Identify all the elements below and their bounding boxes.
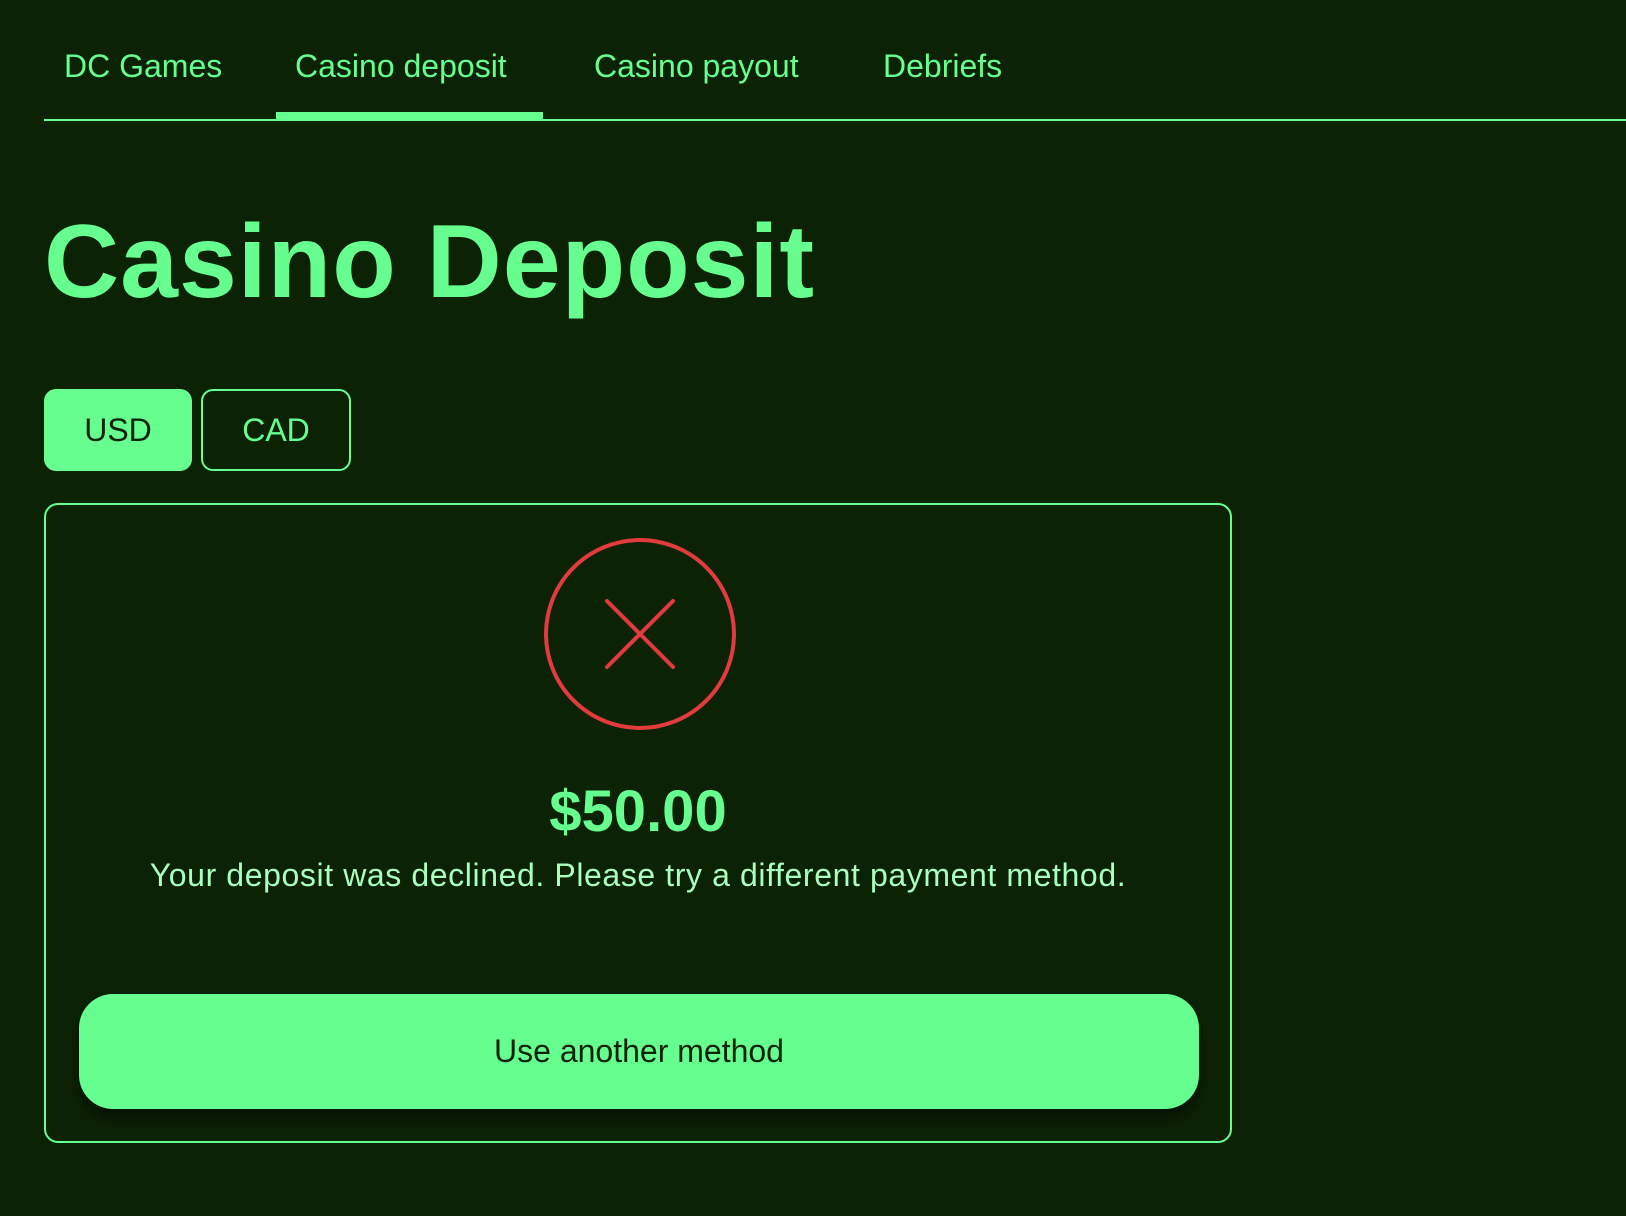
tab-debriefs[interactable]: Debriefs <box>883 48 1002 85</box>
deposit-result-card: $50.00 Your deposit was declined. Please… <box>44 503 1232 1143</box>
deposit-amount: $50.00 <box>549 779 727 844</box>
tab-dc-games[interactable]: DC Games <box>64 48 222 85</box>
active-tab-indicator <box>276 112 543 119</box>
page-title: Casino Deposit <box>44 204 815 320</box>
top-nav-tabs: DC Games Casino deposit Casino payout De… <box>44 0 1626 121</box>
currency-cad-button[interactable]: CAD <box>201 389 351 471</box>
casino-deposit-page: DC Games Casino deposit Casino payout De… <box>0 0 1626 1216</box>
tab-casino-deposit[interactable]: Casino deposit <box>295 48 507 85</box>
x-circle-icon <box>543 537 737 731</box>
tab-casino-payout[interactable]: Casino payout <box>594 48 799 85</box>
decline-message: Your deposit was declined. Please try a … <box>149 857 1127 893</box>
use-another-method-button[interactable]: Use another method <box>79 994 1199 1109</box>
currency-usd-button[interactable]: USD <box>44 389 192 471</box>
